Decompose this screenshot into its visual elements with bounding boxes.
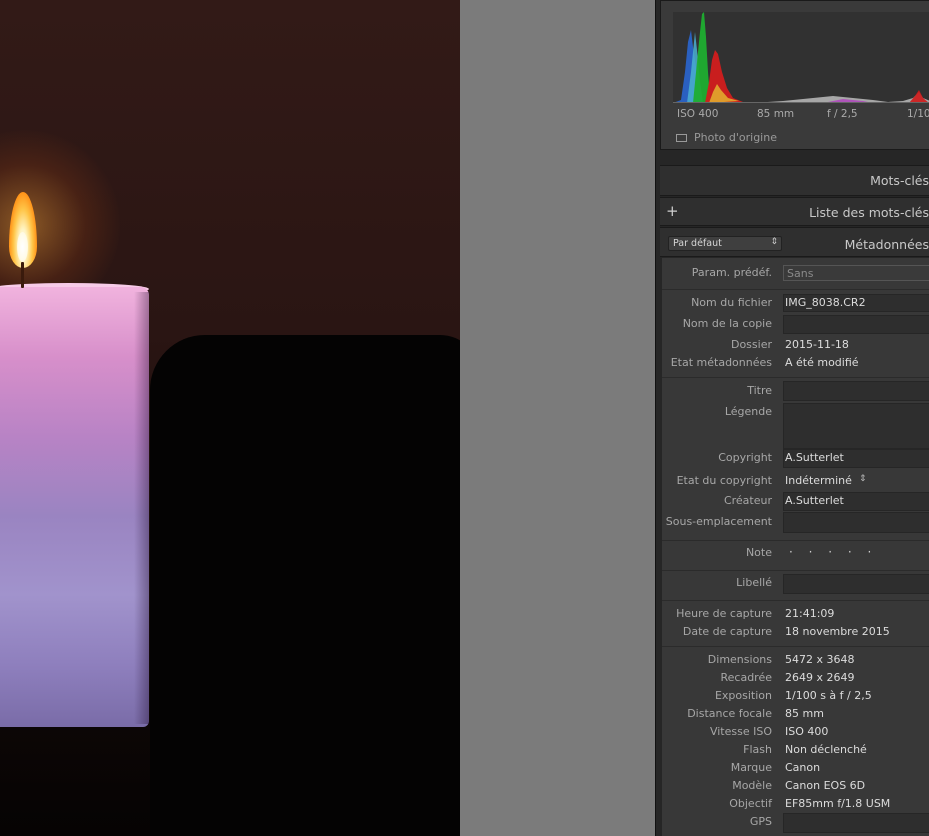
original-photo-checkbox[interactable] (676, 134, 687, 142)
exposure-value: 1/100 s à f / 2,5 (785, 689, 872, 702)
copyright-value: A.Sutterlet (785, 451, 844, 464)
separator (662, 377, 929, 378)
exposure-label: Exposition (714, 689, 772, 702)
copyright-status-arrows-icon[interactable]: ⇕ (859, 474, 867, 484)
dimensions-label: Dimensions (707, 653, 772, 666)
metadata-fields: Param. prédéf. Sans Nom du fichier IMG_8… (662, 258, 929, 836)
focal-length-value: 85 mm (785, 707, 824, 720)
candle-shadow (150, 335, 460, 836)
keyword-list-panel-header[interactable]: + Liste des mots-clés (660, 197, 929, 226)
right-panel: ISO 400 85 mm f / 2,5 1/100 Photo d'orig… (655, 0, 929, 836)
separator (662, 646, 929, 647)
candle (0, 287, 149, 727)
metadata-title: Métadonnées (844, 237, 929, 252)
loupe-background (460, 0, 655, 836)
folder-value[interactable]: 2015-11-18 (785, 338, 849, 351)
sublocation-field[interactable] (783, 512, 929, 533)
metadata-preset-value: Par défaut (673, 238, 722, 249)
histogram-panel: ISO 400 85 mm f / 2,5 1/100 Photo d'orig… (660, 0, 929, 150)
histo-aperture: f / 2,5 (827, 108, 858, 120)
model-value: Canon EOS 6D (785, 779, 866, 792)
iso-label: Vitesse ISO (709, 725, 772, 738)
sublocation-label: Sous-emplacement (665, 515, 772, 528)
histo-shutter: 1/100 (907, 108, 929, 120)
lens-label: Objectif (729, 797, 772, 810)
title-field[interactable] (783, 381, 929, 401)
label-field[interactable] (783, 574, 929, 594)
select-arrows-icon: ⇕ (770, 237, 778, 247)
rating-dots[interactable]: · · · · · (789, 545, 877, 559)
histogram-graph[interactable] (673, 12, 929, 103)
capture-time-label: Heure de capture (676, 607, 772, 620)
make-value: Canon (785, 761, 821, 774)
copyright-status-select[interactable]: Indéterminé (785, 474, 852, 487)
copyright-label: Copyright (718, 451, 772, 464)
label-label: Libellé (736, 576, 772, 589)
preset-value: Sans (787, 267, 814, 280)
photo-preview (0, 0, 460, 836)
copyright-status-label: Etat du copyright (676, 474, 772, 487)
lens-value: EF85mm f/1.8 USM (785, 797, 891, 810)
file-name-value: IMG_8038.CR2 (785, 296, 866, 309)
candle-wick (21, 262, 24, 288)
keyword-list-title: Liste des mots-clés (809, 205, 929, 220)
keywords-title: Mots-clés (870, 173, 929, 188)
preset-field[interactable]: Sans (783, 265, 929, 281)
candle-edge (134, 292, 149, 724)
histo-focal: 85 mm (757, 108, 795, 120)
metadata-status-label: Etat métadonnées (670, 356, 772, 369)
add-keyword-icon[interactable]: + (666, 202, 679, 220)
cropped-label: Recadrée (720, 671, 772, 684)
preset-label: Param. prédéf. (691, 266, 772, 279)
capture-time-value[interactable]: 21:41:09 (785, 607, 834, 620)
flash-label: Flash (743, 743, 772, 756)
separator (662, 600, 929, 601)
gps-field[interactable] (783, 813, 929, 833)
title-label: Titre (747, 384, 772, 397)
capture-date-value[interactable]: 18 novembre 2015 (785, 625, 890, 638)
separator (662, 289, 929, 290)
focal-length-label: Distance focale (687, 707, 772, 720)
separator (662, 540, 929, 541)
iso-value: ISO 400 (785, 725, 829, 738)
copy-name-label: Nom de la copie (682, 317, 772, 330)
creator-label: Créateur (723, 494, 772, 507)
histo-iso: ISO 400 (677, 108, 719, 120)
copy-name-field[interactable] (783, 315, 929, 334)
flash-value: Non déclenché (785, 743, 867, 756)
folder-label: Dossier (730, 338, 772, 351)
creator-value: A.Sutterlet (785, 494, 844, 507)
keywords-panel-header[interactable]: Mots-clés (660, 165, 929, 196)
gps-label: GPS (749, 815, 772, 828)
separator (662, 570, 929, 571)
caption-field[interactable] (783, 403, 929, 449)
original-photo-label: Photo d'origine (694, 131, 777, 144)
metadata-preset-select[interactable]: Par défaut ⇕ (668, 236, 782, 251)
model-label: Modèle (732, 779, 772, 792)
file-name-label: Nom du fichier (691, 296, 772, 309)
capture-date-label: Date de capture (682, 625, 772, 638)
metadata-status-value: A été modifié (785, 356, 859, 369)
rating-label: Note (745, 546, 772, 559)
make-label: Marque (730, 761, 772, 774)
dimensions-value: 5472 x 3648 (785, 653, 855, 666)
caption-label: Légende (724, 405, 772, 418)
cropped-value: 2649 x 2649 (785, 671, 855, 684)
flame-core (17, 232, 28, 262)
